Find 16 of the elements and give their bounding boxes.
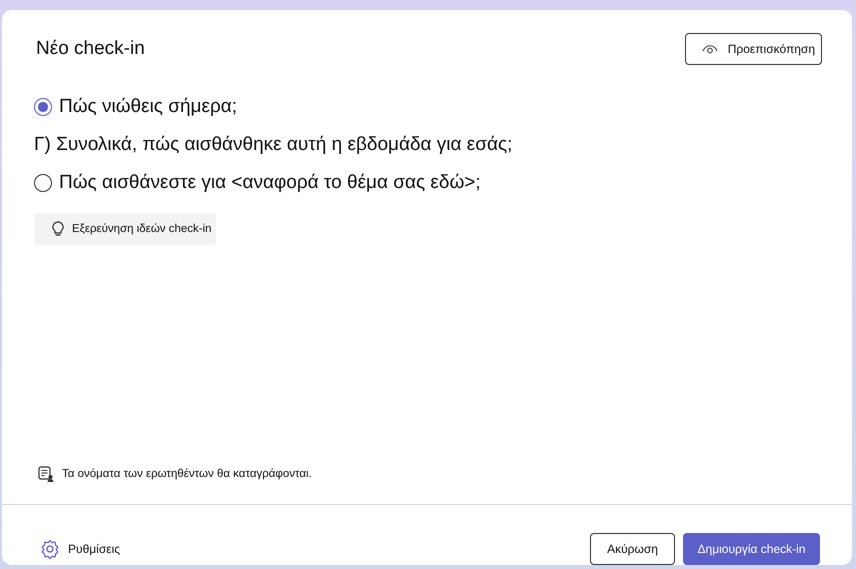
explore-ideas-button[interactable]: Εξερεύνηση ιδεών check-in [34, 213, 216, 245]
settings-button[interactable]: Ρυθμίσεις [40, 539, 120, 559]
preview-button[interactable]: Προεπισκόπηση [684, 33, 822, 65]
eye-icon [702, 43, 718, 55]
question-text: Πώς νιώθεις σήμερα; [59, 96, 238, 118]
list-person-icon [38, 466, 54, 482]
radio-button[interactable] [34, 98, 52, 116]
cancel-button[interactable]: Ακύρωση [590, 533, 675, 565]
dialog-title: Νέο check-in [36, 38, 145, 60]
create-button[interactable]: Δημιουργία check-in [683, 533, 820, 565]
question-text: Γ) Συνολικά, πώς αισθάνθηκε αυτή η εβδομάδα για εσάς; [34, 134, 512, 156]
question-text: Πώς αισθάνεστε για <αναφορά το θέμα σας εδώ>; [59, 172, 481, 194]
recording-note: Τα ονόματα των ερωτηθέντων θα καταγράφονται. [62, 468, 312, 480]
radio-button[interactable] [34, 174, 52, 192]
lightbulb-icon [52, 221, 64, 237]
settings-icon [40, 539, 60, 559]
